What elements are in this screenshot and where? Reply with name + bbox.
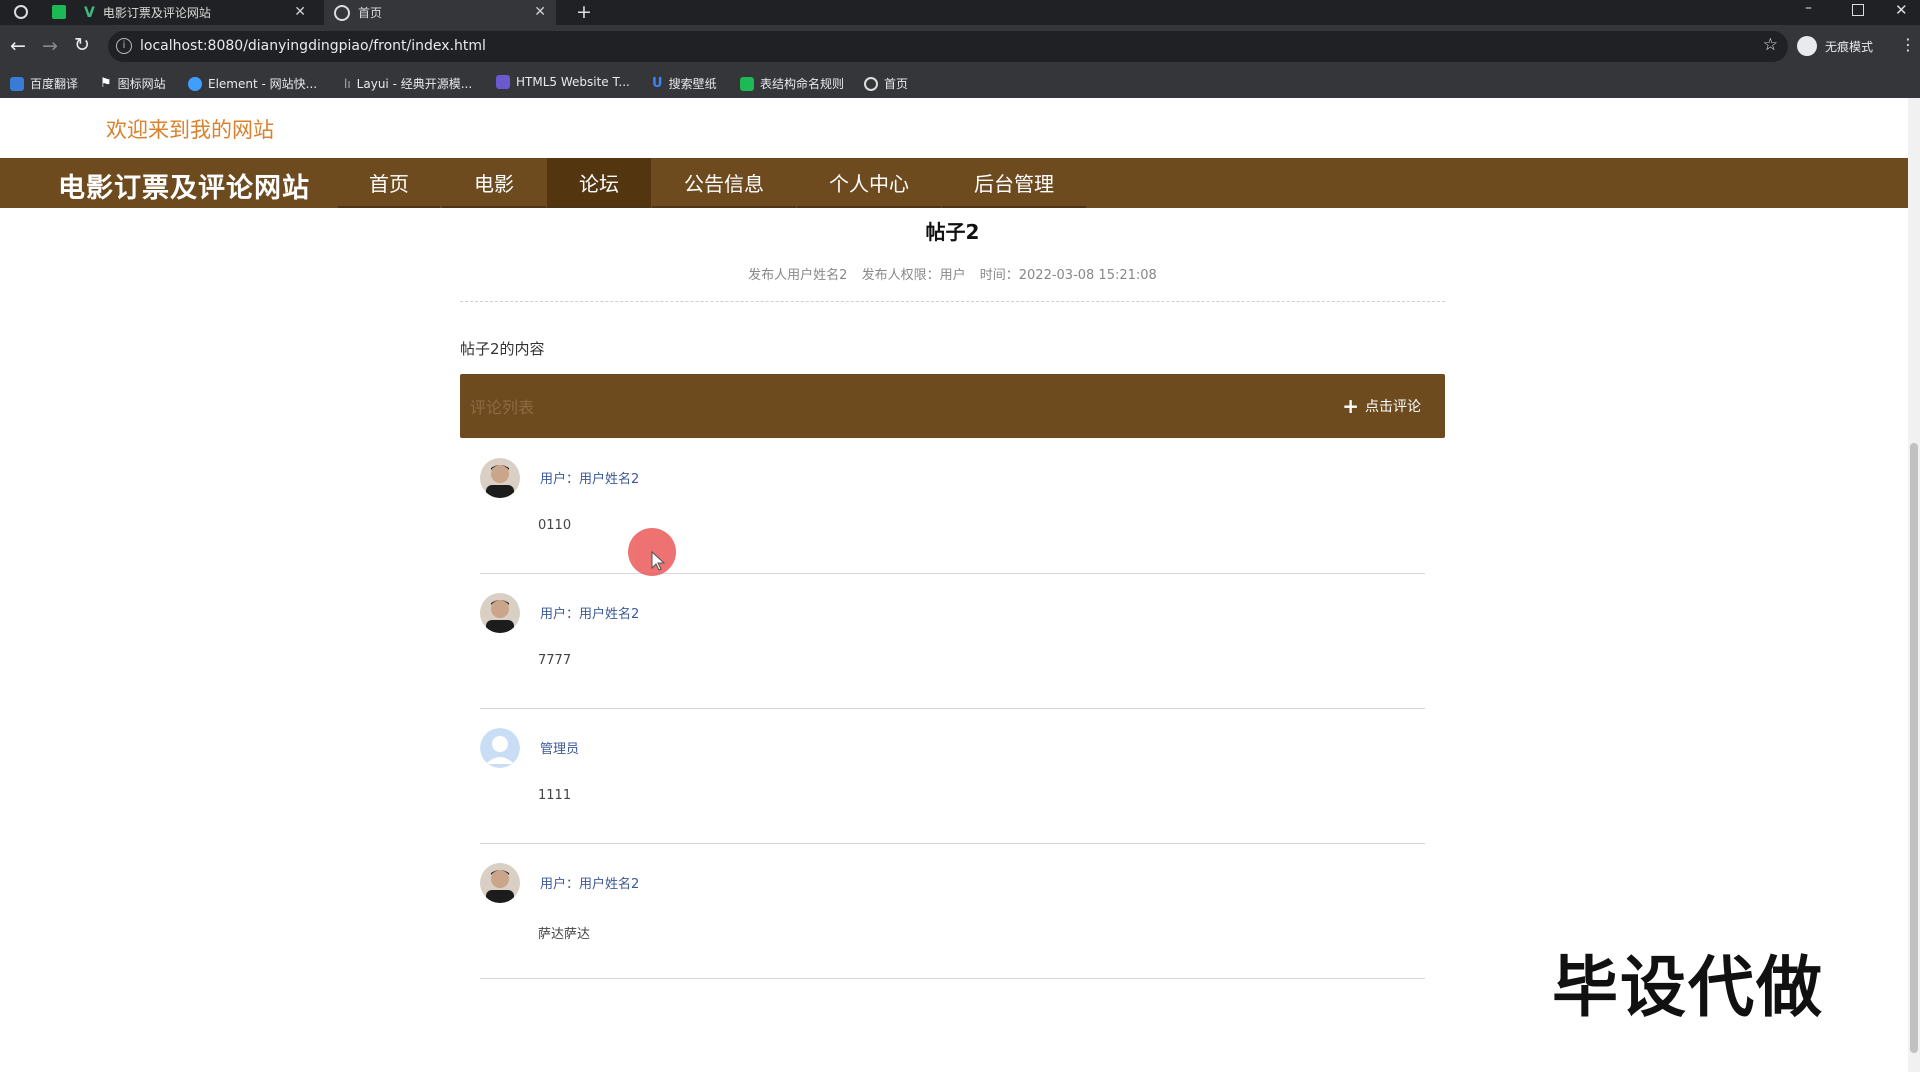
comments-header: 评论列表 + 点击评论 bbox=[460, 374, 1445, 438]
url-text[interactable]: localhost:8080/dianyingdingpiao/front/in… bbox=[140, 38, 486, 54]
bookmark-table-naming[interactable]: 表结构命名规则 bbox=[740, 75, 844, 92]
add-comment-button[interactable]: + 点击评论 bbox=[1342, 396, 1421, 416]
layui-icon: lı bbox=[344, 76, 351, 91]
cursor-icon bbox=[651, 550, 666, 571]
comment-item: 用户：用户姓名2 0110 bbox=[480, 438, 1425, 574]
avatar bbox=[480, 593, 520, 633]
comment-text: 1111 bbox=[538, 788, 572, 803]
click-indicator bbox=[628, 528, 676, 576]
comment-item: 管理员 1111 bbox=[480, 708, 1425, 844]
globe-icon bbox=[864, 76, 878, 91]
site-title[interactable]: 电影订票及评论网站 bbox=[58, 166, 310, 205]
reload-icon[interactable]: ↻ bbox=[74, 34, 90, 56]
nav-admin[interactable]: 后台管理 bbox=[942, 158, 1086, 208]
comment-text: 0110 bbox=[538, 518, 572, 533]
tab-home[interactable]: 首页 ✕ bbox=[324, 0, 556, 25]
welcome-text: 欢迎来到我的网站 bbox=[106, 118, 274, 142]
scrollbar-thumb[interactable] bbox=[1910, 443, 1918, 1053]
bookmarks-bar: 百度翻译 ⚑ 图标网站 Element - 网站快... lı Layui - … bbox=[0, 68, 1920, 99]
meta-divider bbox=[460, 301, 1445, 302]
bookmark-html5[interactable]: HTML5 Website T... bbox=[496, 75, 630, 89]
bookmark-element[interactable]: Element - 网站快... bbox=[188, 75, 317, 92]
incognito-icon[interactable] bbox=[1797, 36, 1817, 56]
new-tab-icon[interactable]: + bbox=[576, 1, 592, 23]
html5-icon bbox=[496, 75, 510, 89]
bookmark-layui[interactable]: lı Layui - 经典开源模... bbox=[344, 75, 472, 92]
user-photo-icon bbox=[480, 863, 520, 903]
nav-announcements[interactable]: 公告信息 bbox=[652, 158, 796, 208]
web-page: 欢迎来到我的网站 电影订票及评论网站 首页 电影 论坛 公告信息 个人中心 后台… bbox=[0, 98, 1908, 1072]
comment-user: 用户：用户姓名2 bbox=[540, 877, 640, 892]
user-photo-icon bbox=[480, 458, 520, 498]
element-icon bbox=[188, 76, 202, 91]
comment-user: 用户：用户姓名2 bbox=[540, 607, 640, 622]
star-icon[interactable]: ☆ bbox=[1763, 35, 1778, 55]
flag-icon: ⚑ bbox=[100, 76, 112, 91]
comment-user: 管理员 bbox=[540, 742, 580, 757]
browser-toolbar: ← → ↻ i localhost:8080/dianyingdingpiao/… bbox=[0, 25, 1920, 68]
nav-forum[interactable]: 论坛 bbox=[547, 158, 651, 208]
post-author: 发布人用户姓名2 bbox=[748, 268, 848, 283]
window-close-icon[interactable]: ✕ bbox=[1895, 1, 1908, 19]
translate-icon bbox=[10, 76, 24, 91]
sheet-icon bbox=[740, 76, 754, 91]
comment-item: 用户：用户姓名2 7777 bbox=[480, 573, 1425, 709]
comment-user: 用户：用户姓名2 bbox=[540, 472, 640, 487]
avatar bbox=[480, 458, 520, 498]
post-meta: 发布人用户姓名2 发布人权限：用户 时间：2022-03-08 15:21:08 bbox=[460, 264, 1445, 283]
user-photo-icon bbox=[480, 593, 520, 633]
plus-icon: + bbox=[1342, 394, 1359, 418]
nav-home[interactable]: 首页 bbox=[338, 158, 440, 208]
tab-movie-site[interactable]: V 电影订票及评论网站 ✕ bbox=[84, 0, 316, 25]
bookmark-icon-site[interactable]: ⚑ 图标网站 bbox=[100, 75, 166, 92]
avatar bbox=[480, 863, 520, 903]
comment-item: 用户：用户姓名2 萨达萨达 bbox=[480, 843, 1425, 979]
close-icon[interactable]: ✕ bbox=[534, 4, 546, 20]
chrome-icon[interactable] bbox=[14, 5, 28, 19]
page-scrollbar[interactable] bbox=[1908, 98, 1920, 1072]
comment-text: 7777 bbox=[538, 653, 572, 668]
nav-personal-center[interactable]: 个人中心 bbox=[797, 158, 941, 208]
main-navbar: 电影订票及评论网站 首页 电影 论坛 公告信息 个人中心 后台管理 bbox=[0, 158, 1908, 208]
tab-title: 首页 bbox=[358, 6, 383, 20]
post-content: 帖子2的内容 bbox=[460, 340, 545, 358]
default-avatar-icon bbox=[480, 728, 520, 768]
post-time: 时间：2022-03-08 15:21:08 bbox=[979, 268, 1157, 283]
info-icon[interactable]: i bbox=[116, 38, 132, 54]
address-bar[interactable]: i localhost:8080/dianyingdingpiao/front/… bbox=[108, 31, 1788, 62]
nav-movies[interactable]: 电影 bbox=[442, 158, 546, 208]
tab-title: 电影订票及评论网站 bbox=[102, 6, 211, 20]
incognito-label[interactable]: 无痕模式 bbox=[1825, 38, 1873, 55]
close-icon[interactable]: ✕ bbox=[294, 4, 306, 20]
bookmark-baidu-fanyi[interactable]: 百度翻译 bbox=[10, 75, 78, 92]
globe-icon bbox=[334, 4, 350, 21]
back-icon[interactable]: ← bbox=[10, 35, 26, 57]
restore-icon[interactable] bbox=[1852, 4, 1864, 16]
avatar bbox=[480, 728, 520, 768]
post-title: 帖子2 bbox=[925, 220, 980, 244]
sheet-tab-icon[interactable] bbox=[52, 5, 66, 19]
watermark-text: 毕设代做 bbox=[1552, 949, 1824, 1026]
bookmark-wallpaper[interactable]: U 搜索壁纸 bbox=[652, 75, 717, 92]
minimize-icon[interactable]: – bbox=[1805, 0, 1812, 16]
wallpaper-icon: U bbox=[652, 76, 663, 91]
forward-icon[interactable]: → bbox=[42, 35, 58, 57]
post-role: 发布人权限：用户 bbox=[861, 268, 966, 283]
browser-tab-strip: V 电影订票及评论网站 ✕ 首页 ✕ + – ✕ bbox=[0, 0, 1920, 25]
menu-icon[interactable]: ⋮ bbox=[1900, 35, 1916, 54]
comments-label: 评论列表 bbox=[470, 398, 535, 417]
add-comment-label: 点击评论 bbox=[1365, 399, 1421, 415]
vue-icon: V bbox=[84, 4, 95, 21]
bookmark-home[interactable]: 首页 bbox=[864, 75, 908, 92]
comment-text: 萨达萨达 bbox=[538, 927, 591, 942]
